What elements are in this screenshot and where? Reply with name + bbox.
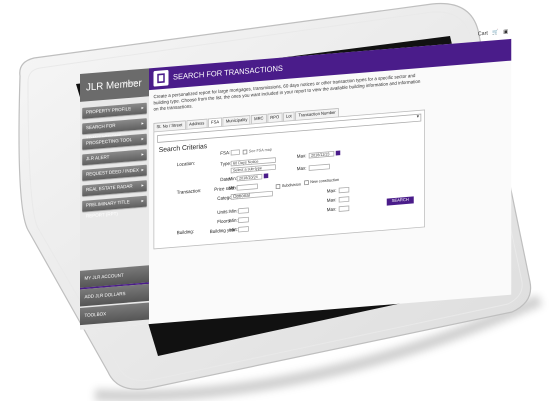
chevron-right-icon: ▸	[141, 152, 144, 158]
price-max-input[interactable]	[308, 163, 330, 171]
units-min-input[interactable]	[238, 207, 249, 214]
chevron-right-icon: ▸	[141, 121, 144, 127]
criteria-title: Search Criterias	[158, 141, 208, 154]
units-label: Units:	[217, 209, 229, 216]
floors-min-input[interactable]	[238, 216, 249, 224]
chevron-right-icon: ▸	[141, 183, 144, 189]
fsa-label: FSA:	[220, 150, 231, 157]
building-label: Building:	[176, 229, 195, 236]
type-label: Type:	[220, 161, 232, 168]
sidebar-item-real-estate-radar[interactable]: Real estate radar ▸	[82, 180, 147, 197]
sidebar-item-jlr-alert[interactable]: JLR alert ▸	[82, 149, 147, 166]
year-min-input[interactable]	[238, 226, 249, 233]
sidebar-item-toolbox[interactable]: Toolbox	[80, 302, 149, 326]
transaction-label: Transaction:	[176, 188, 202, 196]
date-max-input[interactable]: 2018/11/23	[308, 150, 335, 159]
floors-min-label: Min:	[229, 218, 238, 224]
subdivision-label: Subdivision	[281, 182, 301, 189]
sidebar-item-search-transactions[interactable]: Search for transactions▸	[82, 118, 147, 142]
search-button[interactable]: SEARCH	[386, 196, 414, 206]
search-panel: ▾ Search Criterias Location: FSA: See FS…	[153, 109, 425, 250]
price-min-input[interactable]	[236, 183, 258, 191]
print-icon[interactable]: ▣	[503, 29, 508, 35]
chevron-right-icon: ▸	[141, 106, 144, 111]
new-construction-label: New construction	[310, 177, 340, 185]
chevron-down-icon: ▾	[416, 114, 419, 120]
fsa-map-link[interactable]: See FSA map	[249, 148, 272, 155]
calendar-icon[interactable]	[335, 150, 341, 156]
date-min-label: Min:	[228, 176, 238, 183]
units-max-input[interactable]	[338, 186, 350, 194]
date-min-input[interactable]: 2018/10/24	[236, 173, 263, 182]
year-max-label: Max:	[326, 207, 337, 213]
date-max-label: Max:	[296, 154, 307, 160]
price-min-label: Min:	[228, 186, 238, 192]
cart-label[interactable]: Cart	[478, 31, 488, 37]
fsa-input[interactable]	[230, 149, 240, 156]
year-max-input[interactable]	[338, 205, 350, 212]
units-min-label: Min:	[229, 209, 238, 215]
app-window: JLR Member Home Property profile ▸ Search…	[80, 29, 512, 330]
subdivision-checkbox[interactable]	[275, 184, 281, 190]
floors-max-label: Max:	[326, 198, 337, 204]
chevron-right-icon: ▸	[141, 168, 144, 173]
category-select[interactable]: Optional	[230, 190, 273, 200]
fsa-map-checkbox[interactable]	[242, 149, 248, 155]
cart-icon[interactable]: 🛒	[492, 30, 499, 36]
location-label: Location:	[176, 161, 196, 168]
sidebar-item-property-profile[interactable]: Property profile ▸	[82, 102, 147, 119]
page-title: Search for transactions	[173, 64, 283, 82]
brand-bar: JLR Member Home	[80, 68, 149, 102]
calendar-icon[interactable]	[263, 173, 269, 179]
sidebar: JLR Member Home Property profile ▸ Search…	[80, 68, 149, 330]
price-max-label: Max:	[296, 166, 307, 172]
home-link[interactable]: Home	[124, 80, 138, 87]
floors-max-input[interactable]	[338, 196, 350, 203]
new-construction-checkbox[interactable]	[304, 180, 309, 186]
chevron-right-icon: ▸	[141, 199, 144, 204]
sidebar-item-preliminary-title-report[interactable]: Preliminary title report (RPT) ▸	[82, 195, 147, 219]
units-max-label: Max:	[326, 188, 337, 195]
document-icon	[153, 69, 169, 87]
sidebar-item-request-deed[interactable]: Request deed / index ▸	[82, 164, 147, 181]
screen: JLR Member Home Property profile ▸ Search…	[80, 29, 512, 330]
chevron-right-icon: ▸	[141, 137, 144, 142]
year-min-label: Min:	[229, 227, 238, 234]
